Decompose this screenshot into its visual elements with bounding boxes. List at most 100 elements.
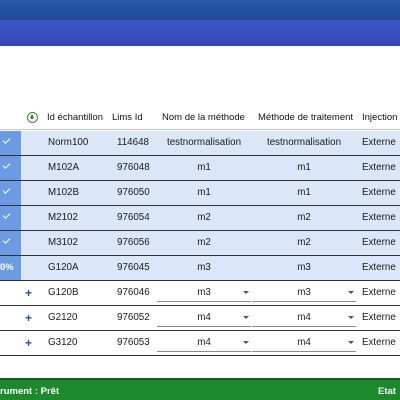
chevron-down-icon[interactable] [348, 291, 354, 294]
sample-id-cell: G120A [48, 262, 79, 273]
sample-id-cell: M3102 [48, 237, 78, 248]
row-selector[interactable] [0, 331, 21, 355]
method-name-select[interactable]: m4 [157, 309, 251, 327]
add-row-icon[interactable]: + [25, 286, 32, 300]
sample-id-cell: M2102 [48, 212, 78, 223]
progress-label: 0% [0, 262, 14, 273]
chevron-down-icon[interactable] [243, 341, 249, 344]
method-name-select[interactable]: m1 [157, 159, 251, 177]
method-name-select-value: testnormalisation [166, 137, 242, 148]
method-name-select[interactable]: m3 [157, 259, 251, 277]
injection-cell: Externe [362, 312, 396, 323]
processing-method-select[interactable]: m1 [252, 159, 356, 177]
row-selector[interactable] [0, 131, 21, 155]
sample-id-cell: G120B [48, 287, 79, 298]
sample-id-cell: Norm100 [48, 137, 89, 148]
checkmark-icon [2, 211, 11, 219]
processing-method-select-value: testnormalisation [266, 137, 342, 148]
column-header-injection[interactable]: Injection [362, 112, 397, 123]
row-selector[interactable] [0, 206, 21, 230]
row-selector[interactable] [0, 281, 21, 305]
row-selector[interactable] [0, 306, 21, 330]
sample-id-cell: G2120 [48, 312, 78, 323]
table-row[interactable]: M102A 976048 m1 m1 Externe [0, 156, 400, 181]
injection-cell: Externe [362, 237, 396, 248]
processing-method-select[interactable]: m1 [252, 184, 356, 202]
table-row[interactable]: M102B 976050 m1 m1 Externe [0, 181, 400, 206]
processing-method-select[interactable]: m3 [252, 284, 356, 302]
method-name-select[interactable]: m3 [157, 284, 251, 302]
method-name-select-value: m4 [197, 312, 211, 323]
injection-cell: Externe [362, 287, 396, 298]
chevron-down-icon[interactable] [243, 316, 249, 319]
injection-cell: Externe [362, 137, 396, 148]
table-row[interactable]: + G120B 976046 m3 m3 Externe [0, 281, 400, 306]
method-name-select-value: m2 [197, 212, 211, 223]
chevron-down-icon[interactable] [243, 291, 249, 294]
lims-id-cell: 976052 [117, 312, 150, 323]
column-header-lims-id[interactable]: Lims Id [112, 112, 143, 123]
plus-circle-icon[interactable] [27, 112, 38, 123]
processing-method-select[interactable]: m4 [252, 334, 356, 352]
processing-method-select-value: m3 [297, 287, 311, 298]
table-row[interactable]: + G2120 976052 m4 m4 Externe [0, 306, 400, 331]
lims-id-cell: 114648 [117, 137, 149, 148]
chevron-down-icon[interactable] [348, 316, 354, 319]
method-name-select[interactable]: m2 [157, 234, 251, 252]
add-row-icon[interactable]: + [25, 311, 32, 325]
table-row[interactable]: M2102 976054 m2 m2 Externe [0, 206, 400, 231]
add-row-icon[interactable]: + [25, 336, 32, 350]
method-name-select[interactable]: testnormalisation [157, 134, 251, 152]
table-row[interactable]: Norm100 114648 testnormalisation testnormal… [0, 131, 400, 156]
method-name-select[interactable]: m4 [157, 334, 251, 352]
sample-id-cell: M102B [48, 187, 80, 198]
processing-method-select-value: m4 [297, 337, 311, 348]
lims-id-cell: 976056 [117, 237, 150, 248]
column-header-processing-method[interactable]: Méthode de traitement [258, 112, 353, 123]
processing-method-select-value: m4 [297, 312, 311, 323]
status-bar: rument : Prêt Etat [0, 378, 400, 400]
checkmark-icon [2, 186, 11, 194]
processing-method-select[interactable]: m4 [252, 309, 356, 327]
injection-cell: Externe [362, 162, 396, 173]
checkmark-icon [2, 161, 11, 169]
row-selector[interactable] [0, 231, 21, 255]
injection-cell: Externe [362, 337, 396, 348]
method-name-select-value: m3 [197, 262, 211, 273]
method-name-select-value: m1 [197, 162, 211, 173]
method-name-select-value: m2 [197, 237, 211, 248]
table-row[interactable]: 0% G120A 976045 m3 m3 Externe [0, 256, 400, 281]
table-row[interactable]: + G3120 976053 m4 m4 Externe [0, 331, 400, 356]
row-selector[interactable] [0, 156, 21, 180]
method-name-select[interactable]: m2 [157, 209, 251, 227]
lims-id-cell: 976045 [117, 262, 150, 273]
lims-id-cell: 976048 [117, 162, 150, 173]
injection-cell: Externe [362, 212, 396, 223]
method-name-select-value: m4 [197, 337, 211, 348]
processing-method-select-value: m2 [297, 237, 311, 248]
method-name-select-value: m3 [197, 287, 211, 298]
table-row[interactable]: M3102 976056 m2 m2 Externe [0, 231, 400, 256]
lims-id-cell: 976050 [117, 187, 150, 198]
processing-method-select-value: m3 [297, 262, 311, 273]
processing-method-select[interactable]: m3 [252, 259, 356, 277]
processing-method-select-value: m1 [297, 187, 311, 198]
row-selector[interactable]: 0% [0, 256, 21, 280]
processing-method-select[interactable]: m2 [252, 234, 356, 252]
injection-cell: Externe [362, 187, 396, 198]
app-toolbar [0, 20, 400, 46]
instrument-status: rument : Prêt [0, 386, 60, 397]
top-panel [0, 46, 400, 106]
chevron-down-icon[interactable] [348, 341, 354, 344]
lims-id-cell: 976046 [117, 287, 150, 298]
checkmark-icon [2, 136, 11, 144]
row-selector[interactable] [0, 181, 21, 205]
column-header-method-name[interactable]: Nom de la méthode [162, 112, 245, 123]
method-name-select[interactable]: m1 [157, 184, 251, 202]
column-header-sample-id[interactable]: Id échantillon [47, 112, 103, 123]
processing-method-select[interactable]: m2 [252, 209, 356, 227]
sample-id-cell: G3120 [48, 337, 78, 348]
sample-id-cell: M102A [48, 162, 80, 173]
processing-method-select[interactable]: testnormalisation [252, 134, 356, 152]
injection-cell: Externe [362, 262, 396, 273]
